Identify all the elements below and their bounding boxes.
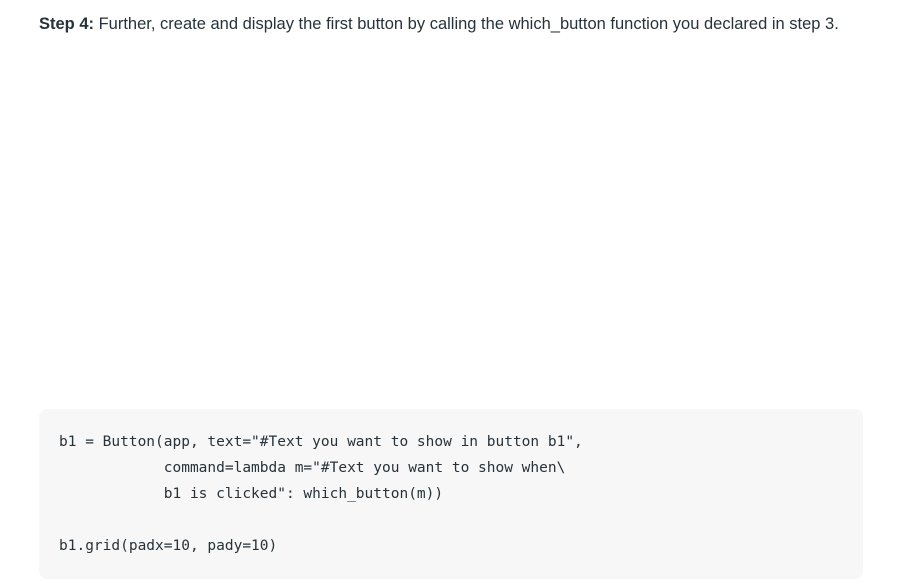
- code-line: b1.grid(padx=10, pady=10): [59, 538, 278, 554]
- code-line-empty: [59, 507, 583, 533]
- step-paragraph: Step 4: Further, create and display the …: [39, 10, 869, 38]
- step-text: Further, create and display the first bu…: [94, 15, 839, 33]
- step-label: Step 4:: [39, 15, 95, 33]
- code-line: b1 is clicked": which_button(m)): [59, 486, 444, 502]
- code-content: b1 = Button(app, text="#Text you want to…: [59, 429, 583, 559]
- code-block: b1 = Button(app, text="#Text you want to…: [39, 409, 863, 579]
- code-line: command=lambda m="#Text you want to show…: [59, 460, 566, 476]
- code-line: b1 = Button(app, text="#Text you want to…: [59, 434, 583, 450]
